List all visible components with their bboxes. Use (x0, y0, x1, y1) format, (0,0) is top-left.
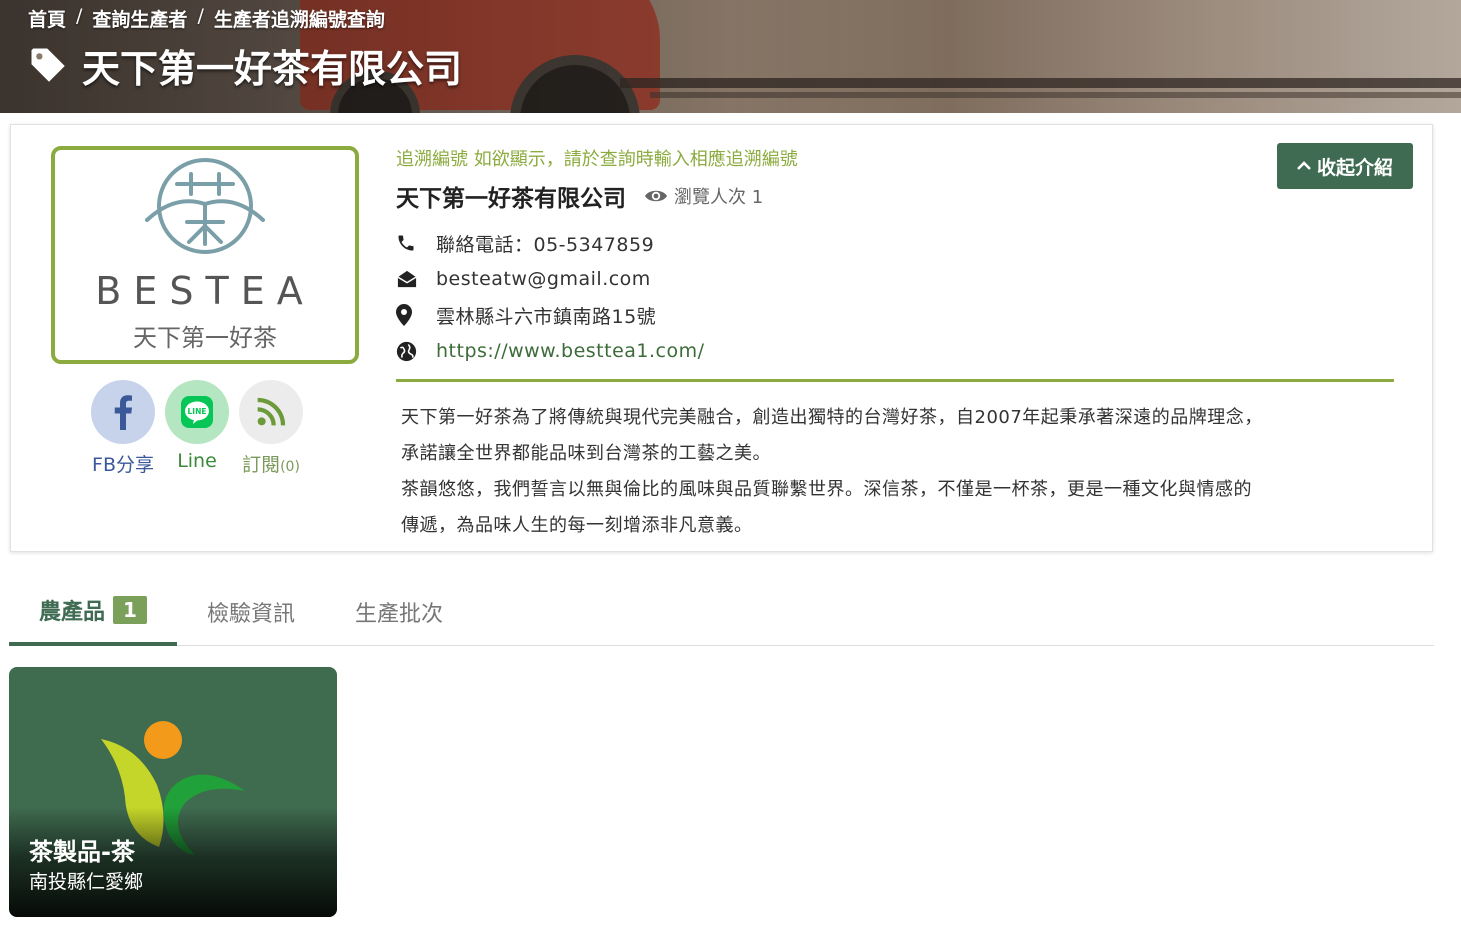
line-share-label[interactable]: Line (177, 450, 217, 472)
view-count-text: 瀏覽人次 1 (674, 187, 764, 208)
subscribe-button[interactable]: 訂閱(0) (239, 380, 303, 477)
tab-production-batches[interactable]: 生產批次 (325, 578, 473, 646)
company-description: 天下第一好茶為了將傳統與現代完美融合，創造出獨特的台灣好茶，自2007年起秉承著… (396, 400, 1396, 544)
line-icon[interactable]: LINE (165, 380, 229, 444)
description-line: 天下第一好茶為了將傳統與現代完美融合，創造出獨特的台灣好茶，自2007年起秉承著… (401, 407, 1263, 428)
line-icon-text: LINE (188, 407, 207, 416)
subscribe-count: (0) (280, 459, 300, 475)
content-tabs: 農產品 1 檢驗資訊 生產批次 (9, 578, 1434, 646)
phone-text: 聯絡電話：05-5347859 (436, 233, 655, 256)
phone-icon (396, 233, 436, 253)
product-location: 南投縣仁愛鄉 (29, 871, 144, 893)
tag-icon (31, 48, 65, 82)
breadcrumb-query-producers[interactable]: 查詢生產者 (92, 5, 187, 32)
breadcrumb: 首頁 / 查詢生產者 / 生產者追溯編號查詢 (28, 5, 385, 32)
trace-number-note: 追溯編號 如欲顯示，請於查詢時輸入相應追溯編號 (396, 149, 798, 170)
view-count: 瀏覽人次 1 (644, 183, 763, 209)
breadcrumb-separator: / (76, 5, 83, 27)
logo-brand-text: BESTEA (95, 269, 314, 313)
hero-banner: 首頁 / 查詢生產者 / 生產者追溯編號查詢 天下第一好茶有限公司 (0, 0, 1461, 113)
eye-icon (645, 190, 667, 202)
subscribe-text: 訂閱 (242, 454, 281, 476)
contact-email: besteatw@gmail.com (396, 261, 1396, 297)
page-title-text: 天下第一好茶有限公司 (82, 47, 463, 91)
breadcrumb-home[interactable]: 首頁 (28, 5, 66, 32)
producer-logo: BESTEA 天下第一好茶 (51, 146, 359, 364)
tab-label: 檢驗資訊 (206, 602, 295, 627)
collapse-intro-button[interactable]: 收起介紹 (1277, 143, 1413, 189)
contact-list: 聯絡電話：05-5347859 besteatw@gmail.com 雲林縣斗六… (396, 225, 1396, 369)
chevron-up-icon (1297, 161, 1311, 170)
social-share: FB分享 LINE Line 訂閱(0) (91, 380, 303, 477)
section-divider (396, 379, 1394, 382)
product-count-badge: 1 (113, 596, 147, 624)
collapse-intro-label: 收起介紹 (1316, 156, 1393, 179)
logo-sub-text: 天下第一好茶 (133, 324, 277, 352)
email-text[interactable]: besteatw@gmail.com (436, 268, 651, 290)
contact-phone: 聯絡電話：05-5347859 (396, 225, 1396, 261)
line-share-button[interactable]: LINE Line (165, 380, 229, 477)
bestea-logo-icon: BESTEA 天下第一好茶 (95, 158, 314, 352)
tab-agricultural-products[interactable]: 農產品 1 (9, 578, 177, 646)
fb-share-label[interactable]: FB分享 (92, 450, 154, 477)
tab-inspection-info[interactable]: 檢驗資訊 (177, 578, 325, 646)
breadcrumb-current[interactable]: 生產者追溯編號查詢 (214, 5, 385, 32)
product-card[interactable]: 茶製品-茶 南投縣仁愛鄉 (9, 667, 337, 917)
fb-share-button[interactable]: FB分享 (91, 380, 155, 477)
website-link[interactable]: https://www.besttea1.com/ (436, 340, 705, 362)
tab-label: 生產批次 (354, 602, 443, 627)
producer-info: 追溯編號 如欲顯示，請於查詢時輸入相應追溯編號 天下第一好茶有限公司 瀏覽人次 … (396, 145, 1396, 544)
description-line: 承諾讓全世界都能品味到台灣茶的工藝之美。 (401, 443, 771, 464)
map-pin-icon (396, 304, 436, 326)
envelope-icon (396, 269, 436, 289)
company-name: 天下第一好茶有限公司 (396, 186, 626, 212)
contact-address: 雲林縣斗六市鎮南路15號 (396, 297, 1396, 333)
tab-label: 農產品 (39, 600, 106, 625)
contact-website: https://www.besttea1.com/ (396, 333, 1396, 369)
breadcrumb-separator: / (197, 5, 204, 27)
globe-icon (396, 341, 436, 362)
facebook-icon[interactable] (91, 380, 155, 444)
rss-icon[interactable] (239, 380, 303, 444)
description-line: 茶韻悠悠，我們誓言以無與倫比的風味與品質聯繫世界。深信茶，不僅是一杯茶，更是一種… (401, 479, 1252, 500)
product-title: 茶製品-茶 (29, 838, 135, 866)
description-line: 傳遞，為品味人生的每一刻增添非凡意義。 (401, 515, 753, 536)
address-text: 雲林縣斗六市鎮南路15號 (436, 305, 657, 328)
subscribe-label[interactable]: 訂閱(0) (242, 450, 300, 477)
producer-profile-card: BESTEA 天下第一好茶 FB分享 LINE Line 訂閱(0) 追溯編號 … (10, 124, 1433, 552)
page-title: 天下第一好茶有限公司 (28, 38, 462, 93)
